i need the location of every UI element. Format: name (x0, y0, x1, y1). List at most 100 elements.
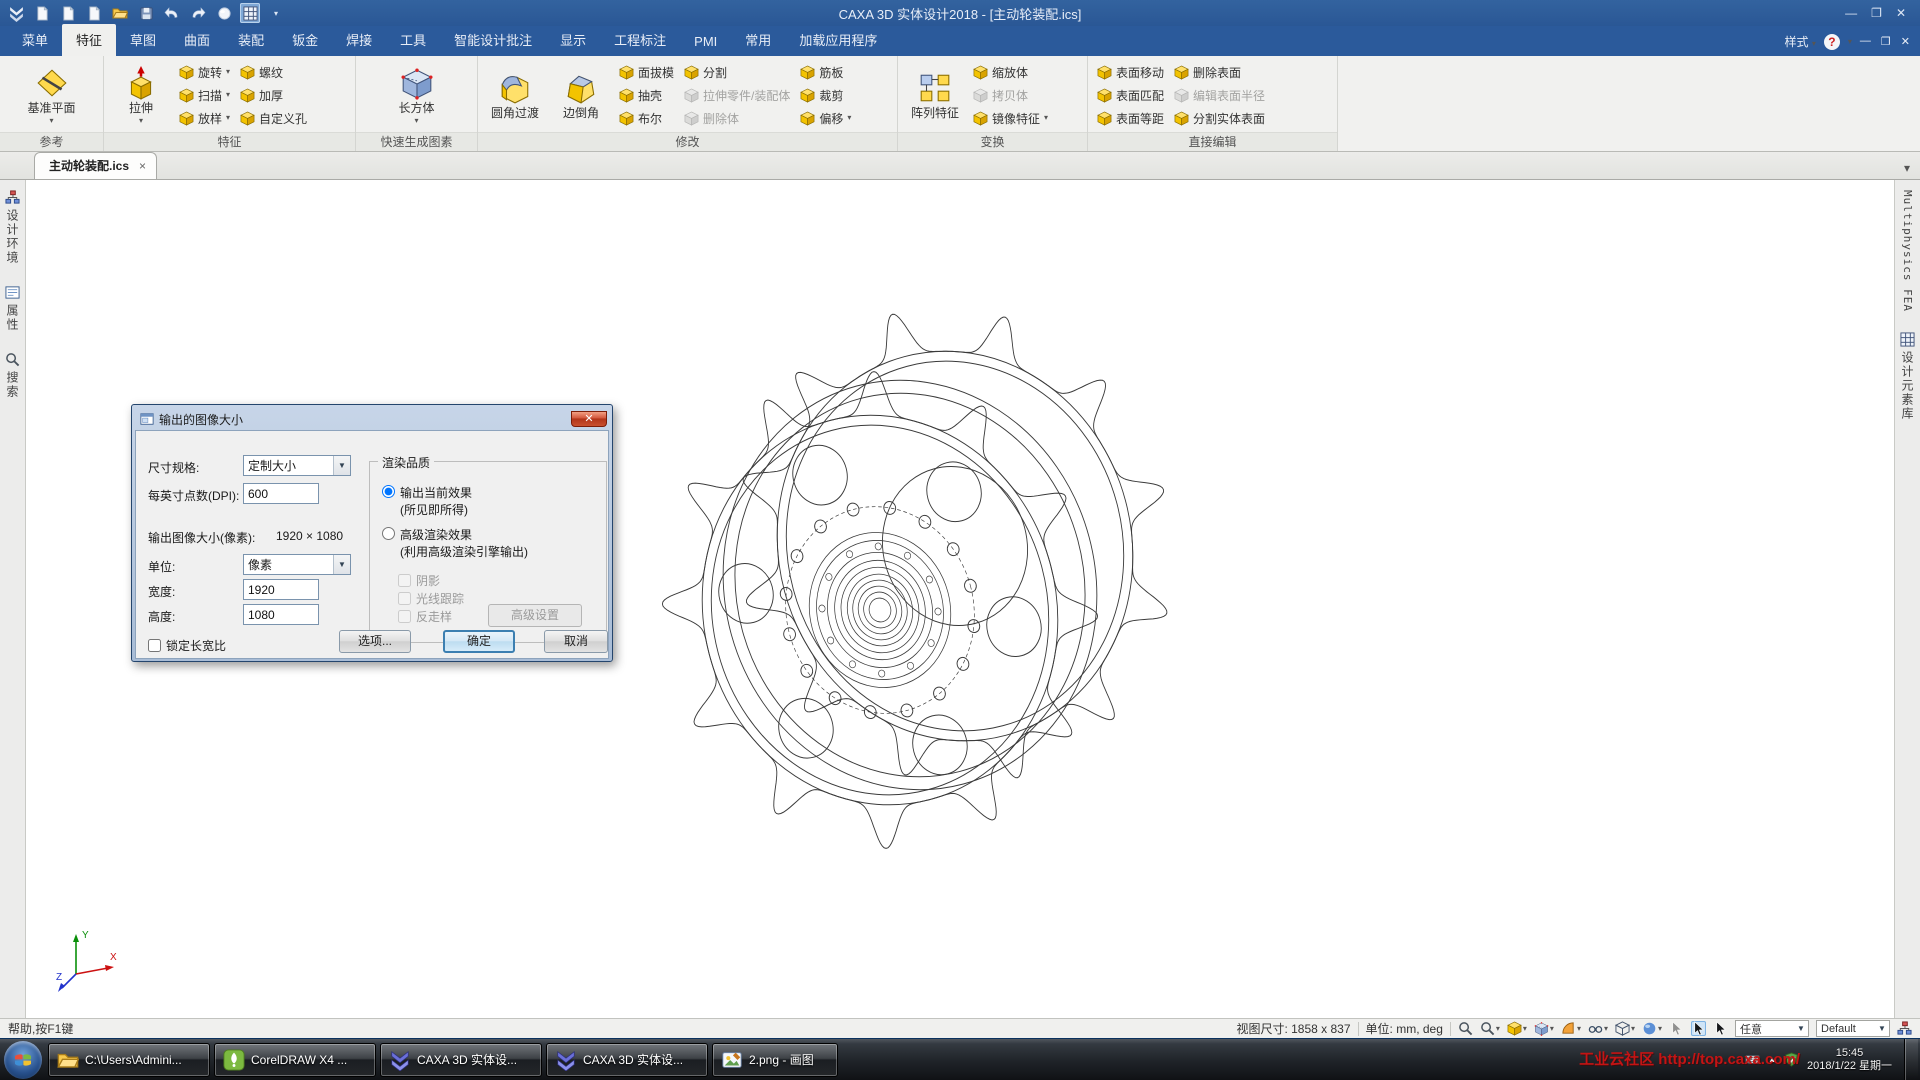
revolve-button[interactable]: 旋转▾ (176, 63, 233, 82)
loft-button[interactable]: 放样▾ (176, 109, 233, 128)
menu-tab-addins[interactable]: 加载应用程序 (785, 24, 891, 56)
taskbar-button-coreldraw[interactable]: CorelDRAW X4 ... (214, 1043, 376, 1077)
rail-tab-multiphysics[interactable]: Multiphysics FEA (1895, 180, 1920, 322)
taskbar-button-caxa-1[interactable]: CAXA 3D 实体设... (380, 1043, 542, 1077)
keyboard-icon[interactable] (1745, 1052, 1760, 1067)
hierarchy-icon[interactable] (1897, 1021, 1912, 1036)
taskbar-clock[interactable]: 15:45 2018/1/22 星期一 (1807, 1047, 1896, 1073)
lock-aspect-checkbox[interactable]: 锁定长宽比 (148, 637, 226, 654)
open-folder-icon[interactable] (110, 3, 130, 23)
scale-body-button[interactable]: 缩放体 (970, 63, 1051, 82)
rail-tab-design-environment[interactable]: 设计环境 (0, 180, 25, 275)
walk-view-icon[interactable]: ▾ (1561, 1021, 1581, 1036)
dialog-close-button[interactable]: ✕ (571, 411, 607, 427)
options-button[interactable]: 选项... (339, 630, 411, 653)
rail-tab-search[interactable]: 搜索 (0, 342, 25, 409)
menu-tab-menu[interactable]: 菜单 (8, 24, 62, 56)
taskbar-button-caxa-2[interactable]: CAXA 3D 实体设... (546, 1043, 708, 1077)
start-button[interactable] (4, 1041, 42, 1079)
minimize-button[interactable]: — (1845, 6, 1857, 20)
tray-expand-icon[interactable]: ▲ (1768, 1055, 1776, 1064)
open-example-icon[interactable] (58, 3, 78, 23)
menu-tab-weld[interactable]: 焊接 (332, 24, 386, 56)
render-icon[interactable] (214, 3, 234, 23)
draft-face-button[interactable]: 面拔模 (616, 63, 677, 82)
rail-tab-design-library[interactable]: 设计元素库 (1895, 322, 1920, 431)
help-dropdown-icon[interactable]: ▾ (1848, 38, 1852, 46)
face-move-button[interactable]: 表面移动 (1094, 63, 1167, 82)
chamfer-button[interactable]: 边倒角 (550, 69, 612, 122)
menu-tab-tools[interactable]: 工具 (386, 24, 440, 56)
box-button[interactable]: 长方体▾ (386, 64, 448, 127)
show-desktop-button[interactable] (1904, 1039, 1918, 1080)
tab-close-icon[interactable]: × (139, 159, 146, 173)
custom-hole-button[interactable]: 自定义孔 (237, 109, 310, 128)
taskbar-button-paint[interactable]: 2.png - 画图 (712, 1043, 838, 1077)
pick-cursor-icon[interactable] (1713, 1021, 1728, 1036)
browse-doc-icon[interactable] (84, 3, 104, 23)
split-button[interactable]: 分割 (681, 63, 793, 82)
close-button[interactable]: ✕ (1896, 6, 1906, 20)
select-cursor-icon[interactable] (1691, 1021, 1706, 1036)
zoom-icon[interactable]: ▾ (1480, 1021, 1500, 1036)
view-orientation-icon[interactable]: ▾ (1534, 1021, 1554, 1036)
menu-tab-sheetmetal[interactable]: 钣金 (278, 24, 332, 56)
taskbar-button-explorer[interactable]: C:\Users\Admini... (48, 1043, 210, 1077)
cancel-button[interactable]: 取消 (544, 630, 608, 653)
doc-minimize-button[interactable]: — (1860, 35, 1871, 48)
dpi-input[interactable] (243, 483, 319, 504)
height-input[interactable] (243, 604, 319, 625)
menu-tab-pmi[interactable]: PMI (680, 28, 731, 56)
menu-tab-sketch[interactable]: 草图 (116, 24, 170, 56)
menu-tab-smart-annotation[interactable]: 智能设计批注 (440, 24, 546, 56)
face-offset-button[interactable]: 表面等距 (1094, 109, 1167, 128)
quick-access-more-icon[interactable]: ▾ (266, 3, 286, 23)
rail-tab-properties[interactable]: 属性 (0, 275, 25, 342)
menu-tab-feature[interactable]: 特征 (62, 24, 116, 56)
render-mode-icon[interactable]: ▾ (1642, 1021, 1662, 1036)
offset-button[interactable]: 偏移▾ (797, 109, 854, 128)
delete-face-button[interactable]: 删除表面 (1171, 63, 1268, 82)
rib-button[interactable]: 筋板 (797, 63, 854, 82)
thicken-button[interactable]: 加厚 (237, 86, 310, 105)
selection-filter-combo[interactable]: 任意▼ (1735, 1020, 1809, 1037)
pattern-feature-button[interactable]: 阵列特征 (904, 69, 966, 122)
material-icon[interactable] (240, 3, 260, 23)
help-icon[interactable]: ? (1824, 34, 1840, 50)
boolean-button[interactable]: 布尔 (616, 109, 677, 128)
menu-tab-display[interactable]: 显示 (546, 24, 600, 56)
shell-button[interactable]: 抽壳 (616, 86, 677, 105)
menu-tab-surface[interactable]: 曲面 (170, 24, 224, 56)
split-face-button[interactable]: 分割实体表面 (1171, 109, 1268, 128)
doc-restore-button[interactable]: ❐ (1881, 35, 1891, 48)
extrude-button[interactable]: 拉伸▾ (110, 64, 172, 127)
app-logo-icon[interactable] (6, 3, 26, 23)
insert-primitive-icon[interactable]: ▾ (1507, 1021, 1527, 1036)
advanced-effect-radio[interactable]: 高级渲染效果 (利用高级渲染引擎输出) (382, 526, 528, 560)
face-match-button[interactable]: 表面匹配 (1094, 86, 1167, 105)
mirror-feature-button[interactable]: 镜像特征▾ (970, 109, 1051, 128)
unit-combo[interactable]: 像素▼ (243, 554, 351, 575)
style-dropdown[interactable]: 样式 ▾ (1785, 33, 1816, 50)
dialog-title-bar[interactable]: 输出的图像大小 ✕ (135, 408, 609, 430)
datum-plane-button[interactable]: 基准平面▾ (21, 64, 83, 127)
doc-close-button[interactable]: ✕ (1901, 35, 1910, 48)
fillet-button[interactable]: 圆角过渡 (484, 69, 546, 122)
undo-icon[interactable] (162, 3, 182, 23)
document-tab[interactable]: 主动轮装配.ics × (34, 152, 157, 179)
menu-tab-common[interactable]: 常用 (731, 24, 785, 56)
trim-button[interactable]: 裁剪 (797, 86, 854, 105)
width-input[interactable] (243, 579, 319, 600)
menu-tab-assembly[interactable]: 装配 (224, 24, 278, 56)
save-icon[interactable] (136, 3, 156, 23)
current-effect-radio[interactable]: 输出当前效果 (所见即所得) (382, 484, 472, 518)
menu-tab-engineering-annotation[interactable]: 工程标注 (600, 24, 680, 56)
sweep-button[interactable]: 扫描▾ (176, 86, 233, 105)
tab-overflow-icon[interactable]: ▾ (1894, 161, 1920, 179)
style-combo[interactable]: Default▼ (1816, 1020, 1890, 1037)
ok-button[interactable]: 确定 (443, 630, 515, 653)
restore-button[interactable]: ❐ (1871, 6, 1882, 20)
size-spec-combo[interactable]: 定制大小▼ (243, 455, 351, 476)
zoom-fit-icon[interactable] (1458, 1021, 1473, 1036)
perspective-icon[interactable]: ▾ (1588, 1021, 1608, 1036)
